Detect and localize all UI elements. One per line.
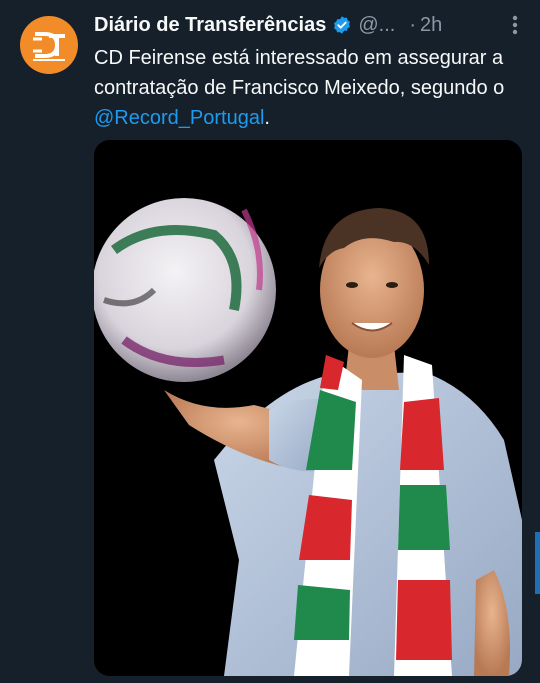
photo-player-with-ball: [94, 140, 522, 676]
mention-link[interactable]: @Record_Portugal: [94, 107, 264, 129]
verified-badge-icon: [332, 15, 352, 35]
tweet-text-end: .: [264, 107, 270, 129]
tweet-header: Diário de Transferências @... · 2h: [94, 10, 524, 40]
tweet-media-photo[interactable]: [94, 140, 522, 676]
tweet-text-body: CD Feirense está interessado em assegura…: [94, 47, 505, 99]
avatar[interactable]: [20, 16, 78, 74]
tweet-content: Diário de Transferências @... · 2h CD Fe…: [94, 10, 524, 133]
tweet-card[interactable]: Diário de Transferências @... · 2h CD Fe…: [0, 0, 540, 683]
tweet-text: CD Feirense está interessado em assegura…: [94, 43, 524, 133]
timestamp[interactable]: 2h: [420, 14, 442, 37]
scroll-accent: [535, 532, 540, 594]
more-options-icon[interactable]: [508, 10, 522, 40]
dt-logo-icon: [33, 32, 65, 61]
separator-dot: ·: [409, 13, 416, 36]
author-name[interactable]: Diário de Transferências: [94, 14, 326, 37]
author-handle[interactable]: @...: [358, 14, 395, 37]
